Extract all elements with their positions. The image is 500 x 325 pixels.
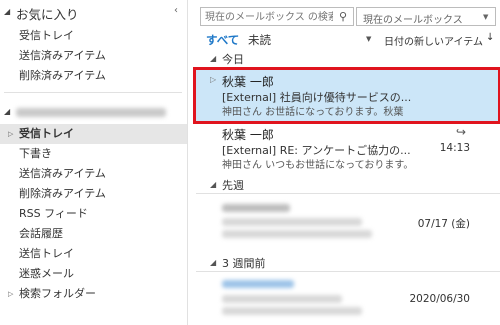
search-icon[interactable]: ⚲ <box>339 10 347 23</box>
message-list-pane: ⚲ 現在のメールボックス ▼ すべて 未読 ▼ 日付の新しいアイテム ↓ ◢ 今… <box>193 0 500 325</box>
favorites-header[interactable]: ◢ お気に入り ‹ <box>4 3 184 23</box>
filter-all[interactable]: すべて <box>206 32 239 48</box>
favorites-label: お気に入り <box>16 7 79 22</box>
redacted-preview <box>222 230 372 238</box>
redacted-sender <box>222 280 294 288</box>
collapse-triangle-icon[interactable]: ◢ <box>4 107 10 116</box>
message-time: 14:13 <box>439 142 470 154</box>
collapse-triangle-icon[interactable]: ◢ <box>210 54 216 63</box>
search-box[interactable]: ⚲ <box>200 7 354 26</box>
folder-outbox[interactable]: 送信トレイ <box>0 244 187 264</box>
expand-caret-icon[interactable]: ▷ <box>8 124 13 144</box>
search-scope-dropdown[interactable]: 現在のメールボックス ▼ <box>356 7 496 26</box>
chevron-down-icon[interactable]: ▼ <box>483 13 488 21</box>
collapse-pane-icon[interactable]: ‹ <box>174 5 178 16</box>
message-time: 2020/06/30 <box>409 293 470 305</box>
message-sender: 秋葉 一郎 <box>222 75 274 89</box>
fav-item-sent[interactable]: 送信済みアイテム <box>0 46 187 66</box>
folder-conversation-history[interactable]: 会話履歴 <box>0 224 187 244</box>
collapse-triangle-icon[interactable]: ◢ <box>4 7 10 16</box>
message-item[interactable]: 秋葉 一郎 ↪ [External] RE: アンケートご協力の... 14:1… <box>196 122 500 174</box>
redacted-sender <box>222 204 290 212</box>
message-sender: 秋葉 一郎 <box>222 128 274 142</box>
folder-junk[interactable]: 迷惑メール <box>0 264 187 284</box>
message-item-redacted[interactable]: 07/17 (金) <box>196 196 500 248</box>
redacted-preview <box>222 307 362 315</box>
sort-dropdown-icon[interactable]: ▼ <box>366 35 371 43</box>
folder-inbox[interactable]: ▷ 受信トレイ <box>0 124 187 144</box>
folder-rss[interactable]: RSS フィード <box>0 204 187 224</box>
group-header-today[interactable]: ◢ 今日 <box>196 50 500 68</box>
account-header[interactable]: ◢ <box>4 102 184 122</box>
sort-direction-icon[interactable]: ↓ <box>486 32 494 43</box>
group-header-last-week[interactable]: ◢ 先週 <box>196 176 500 194</box>
group-header-three-weeks-ago[interactable]: ◢ 3 週間前 <box>196 254 500 272</box>
account-email-redacted <box>16 108 166 117</box>
message-time: 07/17 (金) <box>417 218 470 230</box>
forward-icon: ↪ <box>455 125 466 139</box>
group-label: 今日 <box>222 53 244 66</box>
collapse-triangle-icon[interactable]: ◢ <box>210 180 216 189</box>
collapse-triangle-icon[interactable]: ◢ <box>210 258 216 267</box>
folder-pane: ◢ お気に入り ‹ 受信トレイ 送信済みアイテム 削除済みアイテム ◢ ▷ 受信… <box>0 0 188 325</box>
search-input[interactable] <box>205 10 333 24</box>
message-item-redacted[interactable]: 2020/06/30 <box>196 273 500 325</box>
message-preview: 神田さん いつもお世話になっております。 <box>222 160 414 171</box>
expand-caret-icon[interactable]: ▷ <box>8 284 13 304</box>
search-scope-label: 現在のメールボックス <box>363 15 463 26</box>
folder-search-folders[interactable]: ▷ 検索フォルダー <box>0 284 187 304</box>
folder-deleted[interactable]: 削除済みアイテム <box>0 184 187 204</box>
divider <box>4 92 182 93</box>
filter-unread[interactable]: 未読 <box>248 32 271 48</box>
expand-conversation-icon[interactable]: ▷ <box>210 75 216 84</box>
sort-label[interactable]: 日付の新しいアイテム <box>384 33 483 48</box>
fav-item-deleted[interactable]: 削除済みアイテム <box>0 66 187 86</box>
message-preview: 神田さん お世話になっております。秋葉 <box>222 107 404 118</box>
group-label: 3 週間前 <box>222 257 266 270</box>
message-item-selected[interactable]: ▷ 秋葉 一郎 [External] 社員向け優待サービスの... 神田さん お… <box>193 67 500 124</box>
fav-item-inbox[interactable]: 受信トレイ <box>0 26 187 46</box>
redacted-subject <box>222 295 342 303</box>
group-label: 先週 <box>222 179 244 192</box>
filter-bar: すべて 未読 ▼ 日付の新しいアイテム ↓ <box>206 32 496 48</box>
folder-sent[interactable]: 送信済みアイテム <box>0 164 187 184</box>
redacted-subject <box>222 218 362 226</box>
folder-drafts[interactable]: 下書き <box>0 144 187 164</box>
